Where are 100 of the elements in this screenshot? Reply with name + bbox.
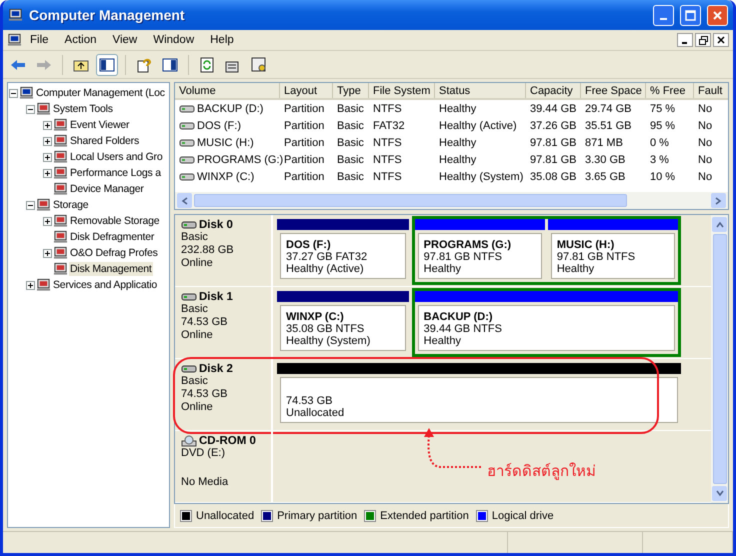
maximize-button[interactable] [680, 4, 701, 26]
close-icon [717, 36, 725, 44]
computer-icon [8, 8, 23, 22]
plus-icon [27, 282, 34, 288]
partition[interactable]: MUSIC (H:) 97.81 GB NTFS Healthy [548, 219, 678, 282]
settings-icon [251, 56, 267, 72]
table-cell: 3.30 GB [585, 154, 626, 166]
help-icon [136, 56, 152, 72]
table-cell: 871 MB [585, 136, 623, 148]
drive-icon [179, 154, 195, 164]
table-cell: 75 % [650, 102, 676, 114]
table-cell: Partition [284, 154, 324, 166]
plus-icon [44, 122, 51, 128]
expand-toggle[interactable] [43, 152, 52, 162]
forward-arrow-icon [36, 58, 52, 70]
partition-size: 39.44 GB NTFS [424, 323, 503, 335]
column-header[interactable]: Free Space [581, 83, 646, 98]
table-cell: 97.81 GB [530, 136, 576, 148]
horizontal-scrollbar[interactable] [175, 192, 728, 209]
tree-item[interactable]: O&O Defrag Profes [69, 246, 159, 260]
table-cell: 35.51 GB [585, 120, 632, 132]
menu-item[interactable]: View [104, 32, 146, 48]
minimize-icon [660, 18, 667, 20]
expand-toggle[interactable] [43, 216, 52, 226]
column-header[interactable]: Volume [175, 83, 280, 98]
tree-item[interactable]: Removable Storage [69, 214, 160, 228]
plus-icon [44, 218, 51, 224]
column-header[interactable]: % Free [646, 83, 694, 98]
table-cell: 3 % [650, 154, 669, 166]
disk-detail: DVD (E:) [181, 447, 226, 460]
disk-name: Disk 0 [199, 219, 233, 231]
tree-item[interactable]: Computer Management (Loc [35, 86, 166, 100]
partition[interactable]: WINXP (C:) 35.08 GB NTFS Healthy (System) [277, 291, 409, 354]
table-cell: Healthy [439, 102, 476, 114]
expand-toggle[interactable] [43, 136, 52, 146]
close-icon [712, 10, 723, 20]
tree-item[interactable]: Services and Applicatio [52, 278, 158, 292]
column-header[interactable]: File System [369, 83, 435, 98]
table-cell: 37.26 GB [530, 120, 576, 132]
partition[interactable]: 74.53 GB Unallocated [277, 363, 681, 426]
table-cell: 39.44 GB [530, 102, 576, 114]
table-cell: Basic [337, 136, 364, 148]
column-header[interactable]: Type [333, 83, 369, 98]
table-cell: Healthy [439, 154, 476, 166]
tree-item[interactable]: Disk Management [69, 262, 153, 276]
menu-item[interactable]: Action [56, 32, 104, 48]
tree-item[interactable]: System Tools [52, 102, 114, 116]
disk-drive-icon [181, 220, 197, 230]
tree-item[interactable]: Device Manager [69, 182, 145, 196]
legend-label: Extended partition [380, 510, 469, 522]
partition[interactable]: BACKUP (D:) 39.44 GB NTFS Healthy [414, 291, 678, 354]
computer-icon [19, 86, 34, 100]
column-header[interactable]: Fault [694, 83, 728, 98]
expand-toggle[interactable] [43, 168, 52, 178]
partition-name: PROGRAMS (G:) [424, 239, 512, 251]
column-header[interactable]: Capacity [526, 83, 581, 98]
table-cell: Healthy (Active) [439, 120, 517, 132]
expand-toggle[interactable] [26, 280, 35, 290]
plus-icon [44, 250, 51, 256]
menu-item[interactable]: Help [202, 32, 242, 48]
table-cell: No [698, 102, 712, 114]
expand-toggle[interactable] [43, 120, 52, 130]
expand-toggle[interactable] [9, 88, 18, 98]
partition-size: 97.81 GB NTFS [424, 251, 503, 263]
restore-icon [698, 36, 708, 44]
close-button[interactable] [713, 33, 729, 47]
vertical-scrollbar[interactable] [711, 215, 728, 503]
tree-item[interactable]: Performance Logs a [69, 166, 162, 180]
expand-toggle[interactable] [26, 200, 35, 210]
column-header[interactable]: Status [435, 83, 526, 98]
expand-toggle[interactable] [26, 104, 35, 114]
minimize-button[interactable] [677, 33, 693, 47]
table-cell: No [698, 120, 712, 132]
column-header[interactable]: Layout [280, 83, 333, 98]
plus-icon [44, 170, 51, 176]
pane-icon [99, 58, 115, 72]
table-cell: NTFS [373, 136, 402, 148]
menu-item[interactable]: Window [145, 32, 202, 48]
menu-item[interactable]: File [22, 32, 57, 48]
table-cell: No [698, 170, 712, 182]
tree-item[interactable]: Storage [52, 198, 90, 212]
partition[interactable]: PROGRAMS (G:) 97.81 GB NTFS Healthy [414, 219, 545, 282]
partition-name: DOS (F:) [286, 239, 332, 251]
partition[interactable]: DOS (F:) 37.27 GB FAT32 Healthy (Active) [277, 219, 409, 282]
tree-item[interactable]: Disk Defragmenter [69, 230, 156, 244]
legend-label: Unallocated [196, 510, 254, 522]
expand-toggle[interactable] [43, 248, 52, 258]
back-arrow-icon [10, 58, 26, 70]
tree-toggle-button[interactable] [96, 54, 118, 76]
partition-status: Healthy [556, 263, 596, 275]
drive-icon [179, 120, 195, 130]
disk-name: CD-ROM 0 [199, 435, 256, 447]
disk-detail: Online [181, 401, 214, 414]
partition-status: Healthy [424, 335, 462, 347]
computer-icon [7, 33, 22, 47]
table-cell: Partition [284, 136, 324, 148]
disk-detail: 232.88 GB [181, 244, 235, 257]
table-cell: 35.08 GB [530, 170, 576, 182]
restore-button[interactable] [695, 33, 711, 47]
disk-name: Disk 2 [199, 363, 233, 375]
